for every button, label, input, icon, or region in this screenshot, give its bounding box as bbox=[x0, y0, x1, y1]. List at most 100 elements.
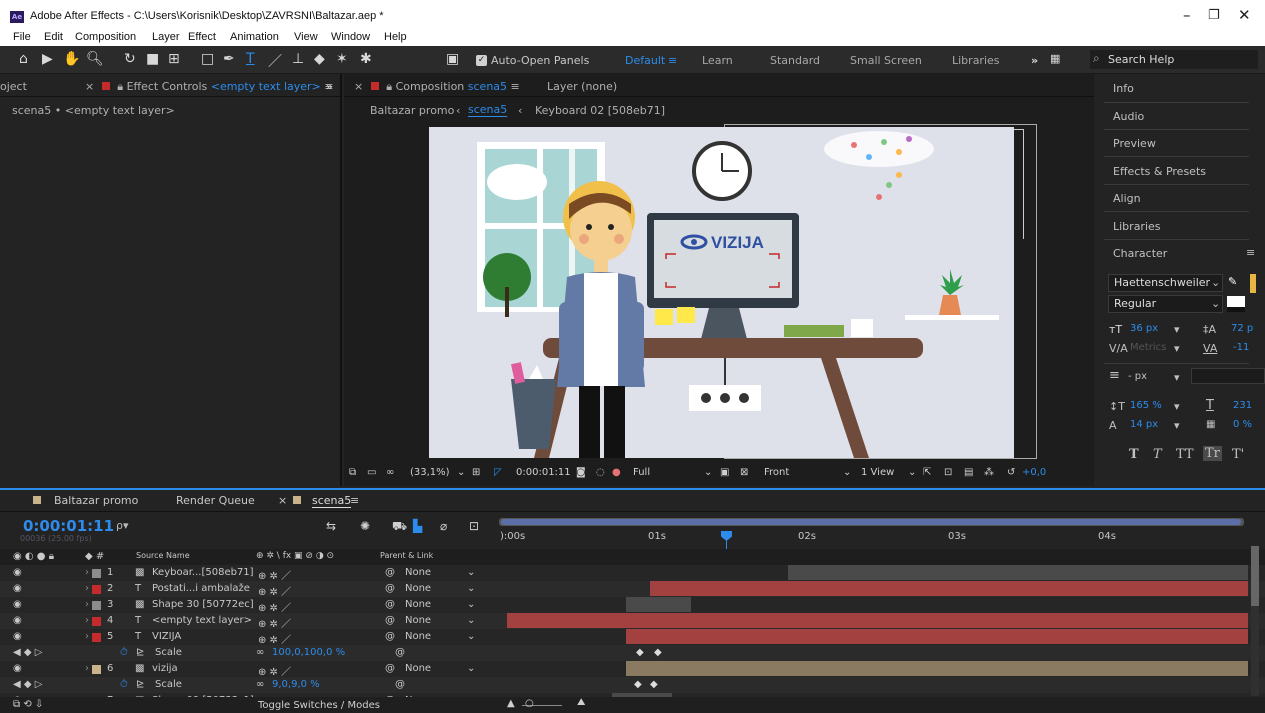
parent-header[interactable]: Parent & Link bbox=[380, 551, 433, 560]
parent-dropdown[interactable]: None bbox=[405, 567, 431, 578]
tab-render-queue[interactable]: Render Queue bbox=[176, 494, 255, 507]
rotate-tool-icon[interactable]: ↻ bbox=[124, 51, 136, 67]
minimize-button[interactable]: – bbox=[1183, 6, 1191, 24]
fast-previews-icon[interactable]: ⊡ bbox=[944, 467, 952, 478]
tab-scena5[interactable]: scena5 bbox=[312, 494, 352, 508]
roto-brush-tool-icon[interactable]: ✶ bbox=[336, 51, 348, 67]
graph-icon[interactable]: ⊵ bbox=[136, 647, 144, 658]
zoom-dropdown[interactable]: (33,1%) bbox=[410, 467, 450, 478]
close-button[interactable]: ✕ bbox=[1238, 6, 1251, 24]
layer-name[interactable]: Shape 30 [50772ec] bbox=[152, 599, 254, 610]
stroke-width-value[interactable]: - px bbox=[1128, 371, 1147, 382]
resolution-dropdown[interactable]: Full bbox=[633, 467, 650, 478]
keyframe-icon[interactable]: ◆ bbox=[654, 647, 662, 658]
exposure-value[interactable]: +0,0 bbox=[1022, 467, 1046, 478]
expand-arrow-icon[interactable]: › bbox=[85, 567, 89, 578]
layer-switches-icon[interactable]: ⊕ ✲ ／ bbox=[258, 567, 291, 582]
panel-audio[interactable]: Audio bbox=[1113, 110, 1144, 123]
layer-switches-icon[interactable]: ⊕ ✲ ／ bbox=[258, 663, 291, 678]
nav-keyboard[interactable]: Keyboard 02 [508eb71] bbox=[535, 104, 665, 117]
panel-libraries[interactable]: Libraries bbox=[1113, 220, 1161, 233]
pickwhip-icon[interactable]: @ bbox=[385, 631, 395, 642]
expand-arrow-icon[interactable]: › bbox=[85, 599, 89, 610]
pickwhip-icon[interactable]: @ bbox=[385, 615, 395, 626]
fill-color-swatch[interactable] bbox=[1250, 274, 1256, 293]
kerning-value[interactable]: Metrics bbox=[1130, 342, 1166, 353]
layer-row[interactable]: ◉ › 5 T VIZIJA ⊕ ✲ ／ @ None ⌄ bbox=[0, 629, 1265, 646]
character-menu-icon[interactable]: ≡ bbox=[1246, 246, 1255, 259]
font-size-chevron-icon[interactable]: ▾ bbox=[1174, 323, 1180, 336]
layer-switches-icon[interactable]: ⊕ ✲ ／ bbox=[258, 615, 291, 630]
parent-dropdown[interactable]: None bbox=[405, 615, 431, 626]
channel-icon[interactable]: ● bbox=[612, 467, 621, 478]
zoom-tool-icon[interactable]: 🔍︎ bbox=[86, 51, 104, 67]
faux-bold-button[interactable]: T bbox=[1129, 447, 1139, 462]
menu-animation[interactable]: Animation bbox=[230, 31, 279, 43]
panel-info[interactable]: Info bbox=[1113, 82, 1134, 95]
eyedropper-icon[interactable]: ✎ bbox=[1228, 275, 1237, 288]
pan-behind-tool-icon[interactable]: ⊞ bbox=[168, 51, 180, 67]
parent-dropdown[interactable]: None bbox=[405, 599, 431, 610]
eye-icon[interactable]: ◉ bbox=[13, 567, 22, 578]
pickwhip-icon[interactable]: @ bbox=[385, 567, 395, 578]
eye-icon[interactable]: ◉ bbox=[13, 615, 22, 626]
all-caps-button[interactable]: TT bbox=[1176, 447, 1194, 462]
draft-3d-icon[interactable]: ✺ bbox=[360, 519, 370, 533]
shy-layers-icon[interactable]: ⛟ bbox=[392, 519, 407, 535]
parent-dropdown[interactable]: None bbox=[405, 663, 431, 674]
zoom-slider-thumb[interactable]: ○ bbox=[525, 698, 534, 709]
views-dropdown[interactable]: 1 View bbox=[861, 467, 894, 478]
composition-viewer[interactable]: VIZIJA bbox=[429, 127, 1014, 458]
eye-icon[interactable]: ◉ bbox=[13, 583, 22, 594]
nav-scena5[interactable]: scena5 bbox=[468, 103, 508, 117]
eye-icon[interactable]: ◉ bbox=[13, 663, 22, 674]
font-style-dropdown[interactable]: Regular bbox=[1108, 295, 1223, 313]
mask-visibility-icon[interactable]: ∞ bbox=[386, 467, 394, 478]
pickwhip-icon[interactable]: @ bbox=[385, 583, 395, 594]
timeline-timecode[interactable]: 0:00:01:11 bbox=[23, 517, 114, 535]
transparency-grid-icon[interactable]: ◸ bbox=[494, 467, 502, 478]
pickwhip-icon[interactable]: @ bbox=[395, 647, 405, 658]
workspace-menu-icon[interactable]: ≡ bbox=[668, 54, 677, 67]
layer-row[interactable]: ◉ › 6 ▩ vizija ⊕ ✲ ／ @ None ⌄ bbox=[0, 661, 1265, 678]
vertical-scale-value[interactable]: 165 % bbox=[1130, 400, 1162, 411]
workspace-panel-icon[interactable]: ▦ bbox=[1050, 52, 1060, 65]
menu-layer[interactable]: Layer bbox=[152, 31, 180, 43]
timeline-scrollbar[interactable] bbox=[1251, 546, 1259, 696]
flowchart-icon[interactable]: ⁂ bbox=[984, 467, 994, 478]
baseline-chevron-icon[interactable]: ▾ bbox=[1174, 419, 1180, 432]
layer-name[interactable]: vizija bbox=[152, 663, 178, 674]
keyframe-nav-icon[interactable]: ◀ ◆ ▷ bbox=[13, 679, 42, 690]
footer-icons[interactable]: ⧉ ⟲ ⇩ bbox=[13, 699, 43, 710]
property-row[interactable]: ◀ ◆ ▷ ⏱ ⊵ Scale ∞ 9,0,9,0 % @ ◆ ◆ bbox=[0, 677, 1265, 693]
stroke-color-swatch[interactable] bbox=[1227, 296, 1245, 312]
resolution-chevron-icon[interactable]: ⌄ bbox=[704, 467, 712, 478]
superscript-button[interactable]: T' bbox=[1232, 447, 1244, 462]
font-size-value[interactable]: 36 px bbox=[1130, 323, 1158, 334]
frame-blending-icon[interactable]: ▙ bbox=[413, 519, 422, 533]
tab-scena5-close-icon[interactable]: × bbox=[278, 494, 287, 507]
graph-icon[interactable]: ⊵ bbox=[136, 679, 144, 690]
label-color-icon[interactable] bbox=[92, 585, 101, 594]
label-color-icon[interactable] bbox=[92, 665, 101, 674]
workspace-more-icon[interactable]: » bbox=[1031, 54, 1038, 67]
panel-align[interactable]: Align bbox=[1113, 192, 1141, 205]
baseline-shift-value[interactable]: 14 px bbox=[1130, 419, 1158, 430]
menu-help[interactable]: Help bbox=[384, 31, 407, 43]
menu-file[interactable]: File bbox=[13, 31, 31, 43]
hand-tool-icon[interactable]: ✋ bbox=[63, 51, 80, 67]
eye-icon[interactable]: ◉ bbox=[13, 631, 22, 642]
views-chevron-icon[interactable]: ⌄ bbox=[908, 467, 916, 478]
panel-character[interactable]: Character bbox=[1113, 247, 1167, 260]
tab-baltazar-promo[interactable]: Baltazar promo bbox=[54, 494, 138, 507]
region-of-interest-icon[interactable]: ▣ bbox=[720, 467, 729, 478]
layer-duration-bar[interactable] bbox=[650, 581, 1248, 596]
label-color-icon[interactable] bbox=[92, 601, 101, 610]
safe-zones-icon[interactable]: ⊞ bbox=[472, 467, 480, 478]
layer-duration-bar[interactable] bbox=[626, 661, 1248, 676]
label-color-icon[interactable] bbox=[92, 569, 101, 578]
parent-dropdown[interactable]: None bbox=[405, 583, 431, 594]
layer-name[interactable]: <empty text layer> bbox=[152, 615, 252, 626]
property-value[interactable]: 100,0,100,0 % bbox=[272, 647, 345, 658]
parent-chevron-icon[interactable]: ⌄ bbox=[467, 599, 475, 610]
